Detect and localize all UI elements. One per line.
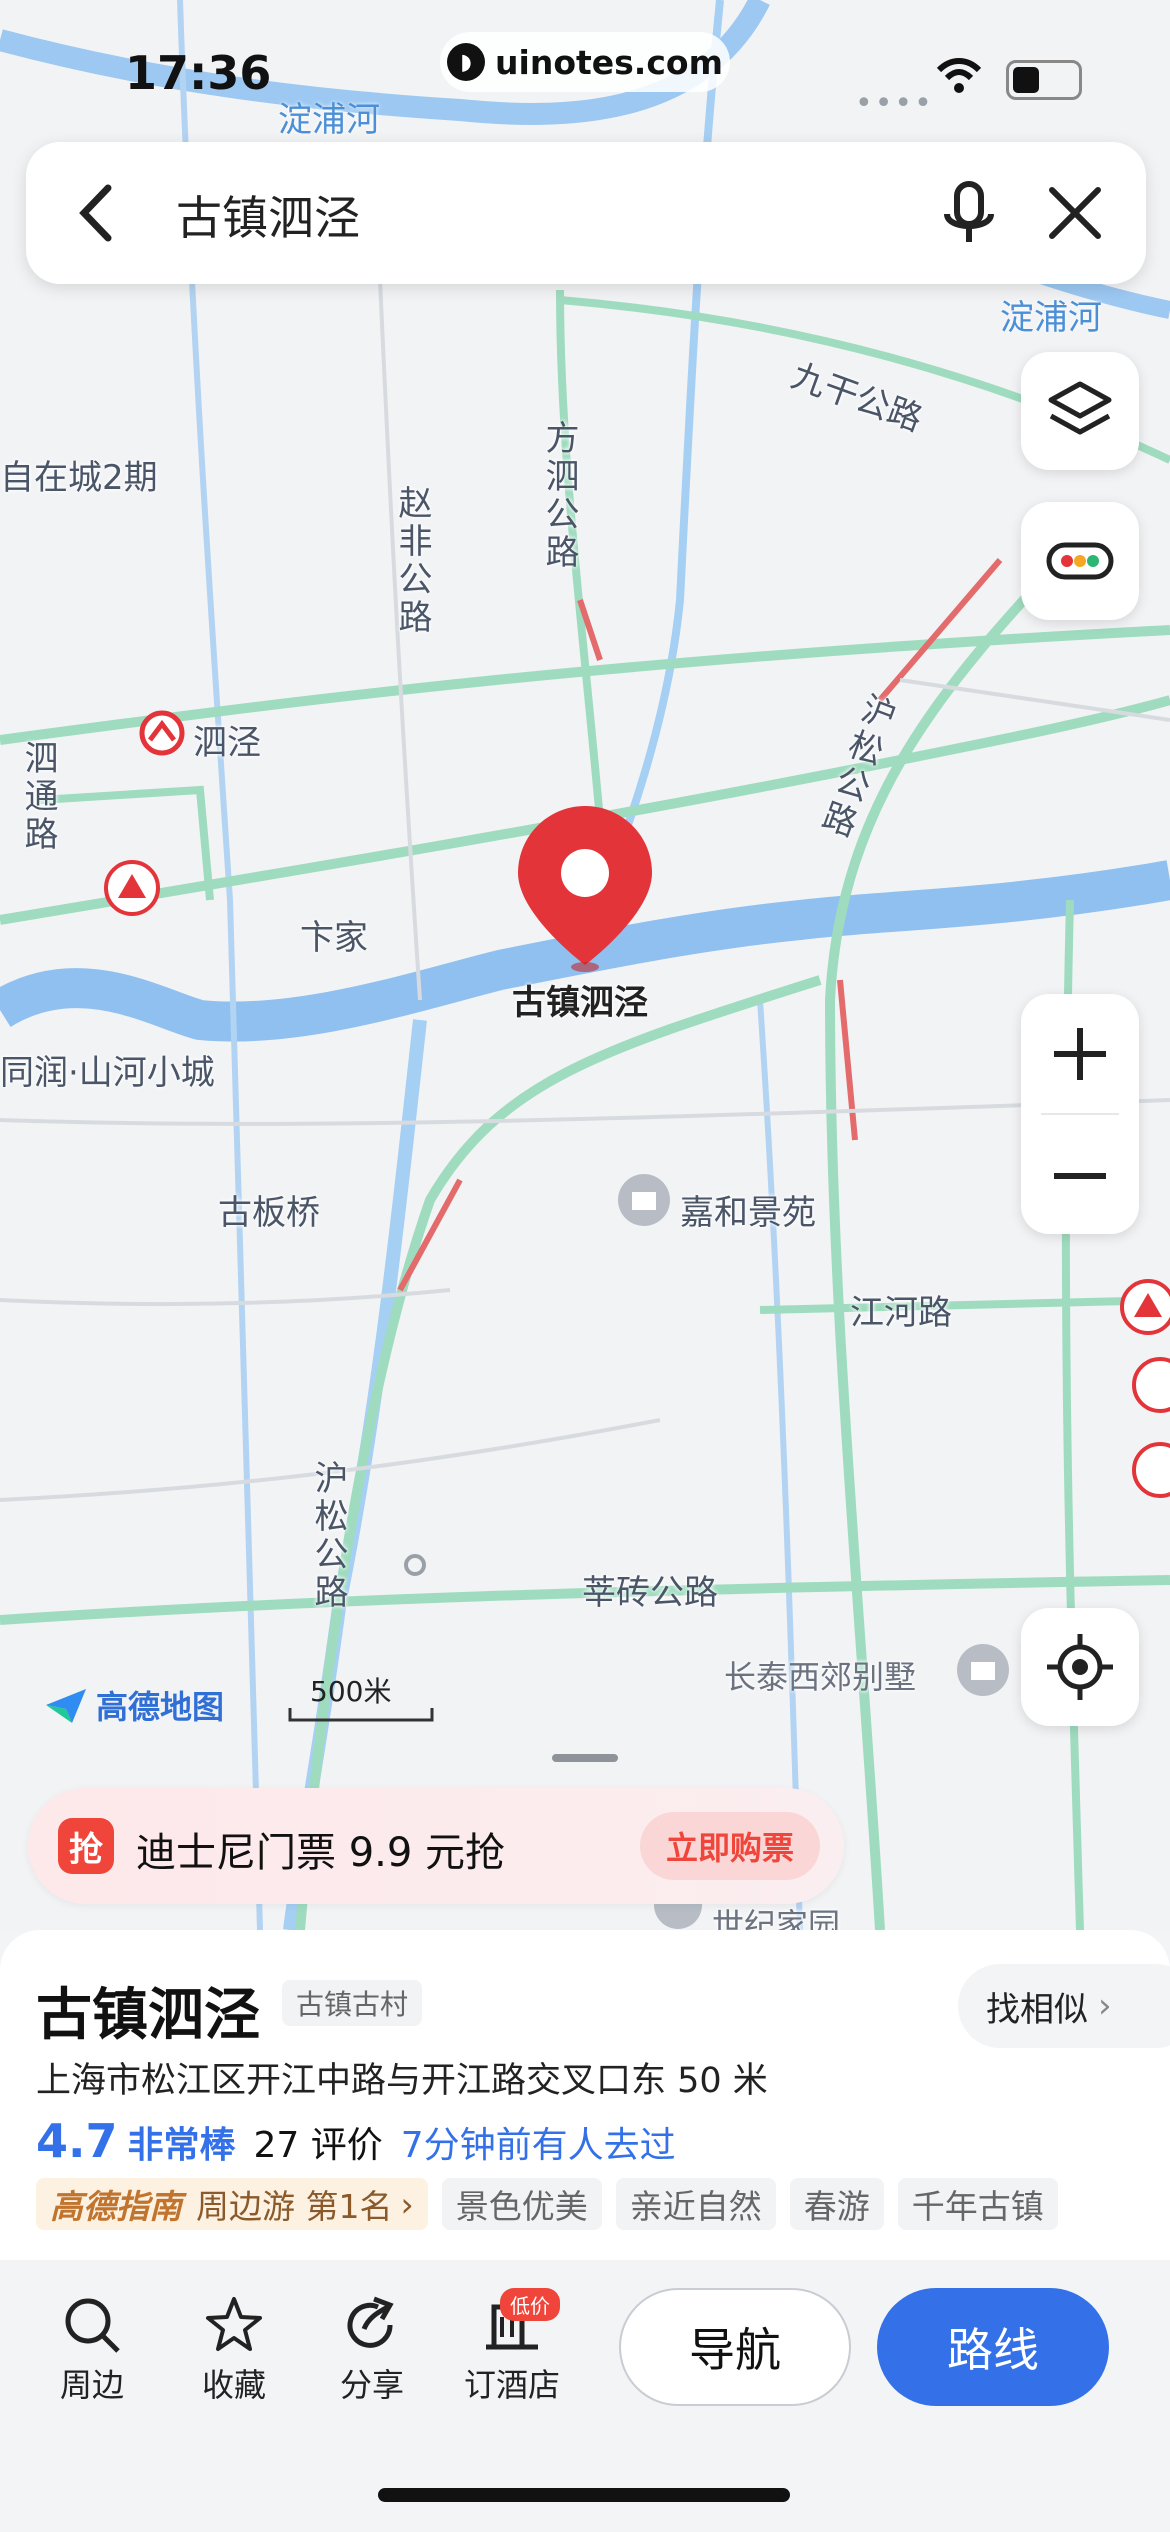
favorite-label: 收藏	[201, 2366, 266, 2404]
place-label: 泗泾	[193, 723, 261, 763]
map-view[interactable]: 淀浦河 淀浦河 九干公路 方泗公路 赵非公路 沪松公路 泗通路 沪松公路 江河路…	[0, 0, 1170, 1930]
guide-brand: 高德指南	[50, 2187, 182, 2226]
hotel-label: 订酒店	[463, 2366, 560, 2404]
place-label: 嘉和景苑	[680, 1193, 816, 1233]
signal-dots-icon: ••••	[855, 86, 934, 121]
amap-logo: 高德地图	[44, 1682, 224, 1728]
zoom-out-icon[interactable]	[1050, 1146, 1110, 1206]
navigate-button[interactable]: 导航	[619, 2288, 851, 2406]
tags-row: 高德指南 周边游 第1名 › 景色优美 亲近自然 春游 千年古镇	[36, 2178, 1058, 2230]
pin-label: 古镇泗泾	[512, 983, 648, 1023]
find-similar-label: 找相似	[986, 1989, 1088, 2030]
place-label: 长泰西郊别墅	[724, 1658, 917, 1696]
river-label: 淀浦河	[1000, 298, 1102, 338]
traffic-light-icon	[1046, 542, 1114, 580]
tag-chip: 千年古镇	[897, 2178, 1058, 2230]
place-label: 自在城2期	[0, 458, 158, 498]
promo-text: 迪士尼门票 9.9 元抢	[136, 1830, 506, 1876]
construction-icon	[1132, 1442, 1170, 1498]
url-pill: ◗ uinotes.com	[440, 32, 730, 92]
microphone-icon[interactable]	[939, 180, 999, 250]
share-icon	[347, 2296, 394, 2348]
layers-button[interactable]	[1021, 352, 1139, 470]
place-label: 同润·山河小城	[0, 1053, 215, 1093]
rating-score: 4.7	[36, 2114, 118, 2168]
chevron-right-icon: ›	[1098, 1986, 1112, 2026]
url-text: uinotes.com	[495, 42, 723, 82]
home-indicator	[378, 2488, 790, 2502]
construction-icon	[104, 860, 160, 916]
battery-icon	[1006, 60, 1082, 100]
road-label: 赵非公路	[392, 485, 432, 637]
river-label: 淀浦河	[278, 100, 380, 140]
road-label: 方泗公路	[539, 420, 579, 572]
residence-poi-icon	[957, 1644, 1009, 1696]
locate-button[interactable]	[1021, 1608, 1139, 1726]
star-icon	[206, 2297, 262, 2351]
scale-label: 500米	[310, 1675, 392, 1708]
place-label: 卞家	[300, 918, 368, 958]
tag-chip: 景色优美	[441, 2178, 602, 2230]
search-input[interactable]: 古镇泗泾	[176, 182, 360, 248]
search-icon	[65, 2298, 120, 2353]
visited-text: 7分钟前有人去过	[400, 2125, 676, 2166]
place-title: 古镇泗泾	[36, 1983, 260, 2048]
category-tag: 古镇古村	[282, 1980, 423, 2026]
buy-now-button[interactable]: 立即购票	[640, 1812, 820, 1880]
tag-chip: 亲近自然	[615, 2178, 776, 2230]
back-icon[interactable]	[68, 180, 128, 246]
search-bar[interactable]: 古镇泗泾	[26, 142, 1146, 284]
road-label: 莘砖公路	[582, 1573, 718, 1613]
tag-chip: 春游	[789, 2178, 884, 2230]
guide-rank: 周边游 第1名	[196, 2187, 393, 2226]
zoom-in-icon[interactable]	[1050, 1024, 1110, 1084]
road-label: 江河路	[850, 1293, 952, 1333]
rating-row: 4.7 非常棒 27 评价 7分钟前有人去过	[36, 2114, 676, 2168]
road-label: 泗通路	[18, 740, 58, 854]
promo-icon: 抢	[58, 1818, 114, 1874]
promo-banner[interactable]: 抢 迪士尼门票 9.9 元抢 立即购票	[28, 1788, 844, 1904]
close-icon[interactable]	[1044, 182, 1106, 244]
nearby-button[interactable]: 周边	[42, 2290, 142, 2406]
route-button[interactable]: 路线	[877, 2288, 1109, 2406]
road-label: 沪松公路	[308, 1460, 348, 1612]
review-count[interactable]: 27 评价	[254, 2116, 383, 2168]
construction-icon	[1132, 1357, 1170, 1413]
place-sheet: 古镇泗泾 古镇古村 找相似 › 上海市松江区开江中路与开江路交叉口东 50 米 …	[0, 1930, 1170, 2260]
map-canvas	[0, 0, 1170, 1930]
layers-icon	[1048, 381, 1112, 435]
chevron-right-icon: ›	[400, 2184, 414, 2224]
metro-icon	[139, 710, 185, 756]
residence-poi-icon	[618, 1174, 670, 1226]
construction-icon	[1120, 1279, 1170, 1335]
low-price-badge: 低价	[500, 2288, 560, 2321]
locate-icon	[1047, 1634, 1113, 1700]
nearby-label: 周边	[59, 2366, 124, 2404]
share-label: 分享	[339, 2366, 404, 2404]
guide-ranking[interactable]: 高德指南 周边游 第1名 ›	[36, 2178, 428, 2230]
favorite-button[interactable]: 收藏	[184, 2290, 284, 2406]
amap-logo-icon	[46, 1689, 86, 1723]
status-time: 17:36	[125, 46, 272, 100]
wifi-icon	[936, 58, 982, 93]
zoom-control	[1021, 994, 1139, 1234]
place-label: 古板桥	[218, 1193, 320, 1233]
traffic-button[interactable]	[1021, 502, 1139, 620]
site-logo-icon: ◗	[447, 43, 486, 81]
rating-text: 非常棒	[127, 2125, 236, 2166]
share-button[interactable]: 分享	[322, 2290, 422, 2406]
address: 上海市松江区开江中路与开江路交叉口东 50 米	[36, 2061, 768, 2101]
place-label: 世纪家园	[712, 1906, 841, 1930]
find-similar-button[interactable]: 找相似 ›	[958, 1964, 1170, 2048]
